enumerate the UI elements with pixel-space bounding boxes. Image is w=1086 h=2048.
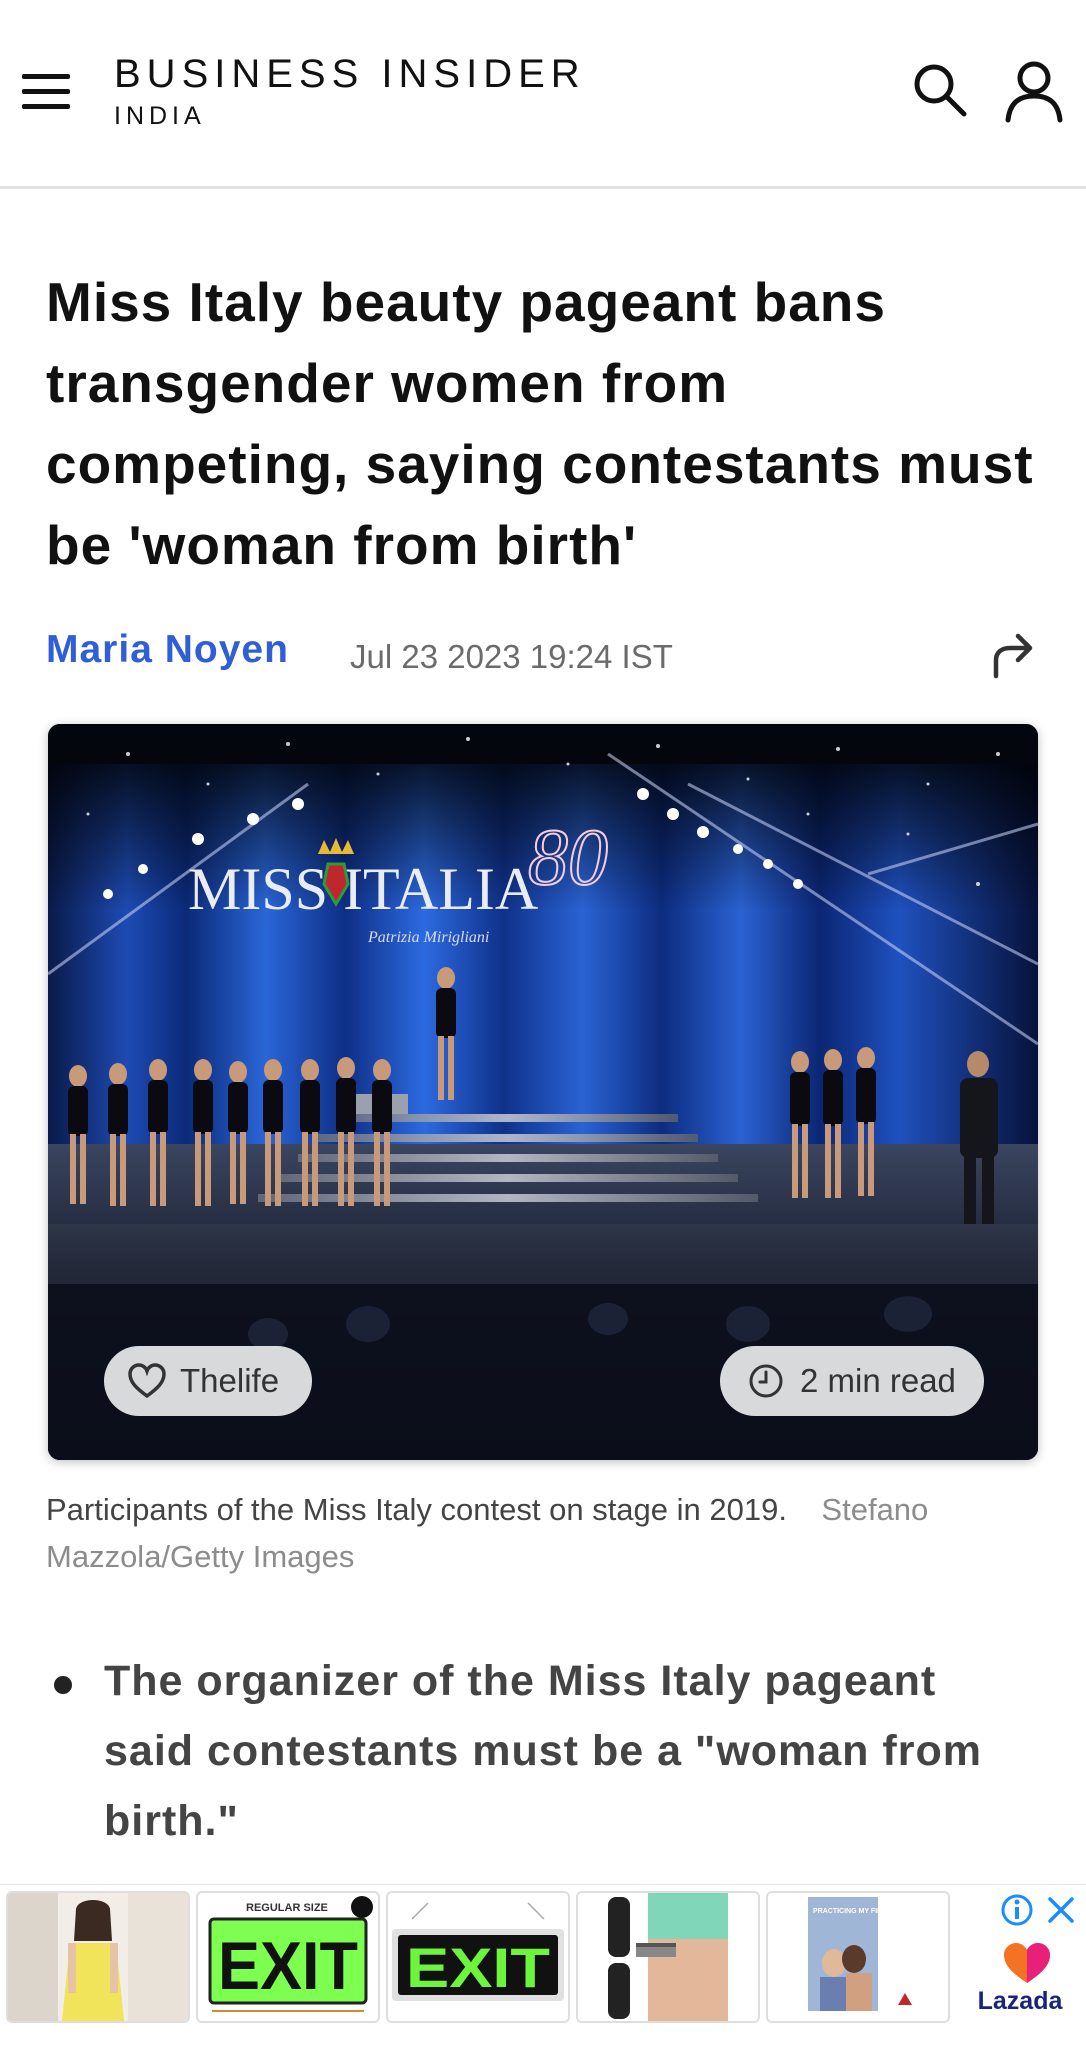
publish-date: Jul 23 2023 19:24 IST: [350, 638, 673, 675]
search-icon[interactable]: [912, 62, 968, 118]
article-headline: Miss Italy beauty pageant bans transgend…: [46, 271, 1034, 576]
ad-exit-sign-text: EXIT: [406, 1936, 550, 1999]
bullet-marker: [54, 1676, 72, 1694]
ad-book-title: PRACTICING MY FIRST REAL KISS: [813, 1908, 931, 1915]
menu-icon[interactable]: [22, 72, 70, 112]
lazada-heart-icon: [1002, 1941, 1052, 1985]
ad-product-image: REGULAR SIZE EXIT: [198, 1893, 378, 2021]
ad-product-image: PRACTICING MY FIRST REAL KISS: [768, 1893, 948, 2021]
image-caption: Participants of the Miss Italy contest o…: [46, 1486, 1046, 1580]
ad-close-icon[interactable]: [1046, 1895, 1076, 1925]
read-time-badge: 2 min read: [720, 1346, 984, 1416]
brand-logo-subtitle[interactable]: INDIA: [114, 102, 206, 131]
hero-image[interactable]: MISS ITALIA 80 Patrizia Mirigliani Theli…: [48, 724, 1038, 1460]
read-time-label: 2 min read: [800, 1362, 956, 1399]
ad-product-image: EXIT: [388, 1893, 568, 2021]
ad-product-image: [578, 1893, 758, 2021]
author-link[interactable]: Maria Noyen: [46, 628, 289, 672]
ad-product-card[interactable]: PRACTICING MY FIRST REAL KISS: [766, 1891, 950, 2023]
stage-logo-signature: Patrizia Mirigliani: [367, 929, 489, 946]
heart-icon: [126, 1360, 168, 1402]
clock-icon: [748, 1363, 784, 1399]
advertiser-name[interactable]: Lazada: [960, 1987, 1080, 2016]
category-tag-label: Thelife: [180, 1362, 280, 1399]
ad-product-card[interactable]: EXIT: [386, 1891, 570, 2023]
ad-info-icon[interactable]: [1000, 1893, 1034, 1927]
ad-exit-sign-text: EXIT: [218, 1928, 358, 2004]
caption-text: Participants of the Miss Italy contest o…: [46, 1492, 787, 1527]
site-header: BUSINESS INSIDER INDIA: [0, 0, 1086, 189]
ad-product-image: [8, 1893, 188, 2021]
ad-product-card[interactable]: [576, 1891, 760, 2023]
stage-logo-number: 80: [528, 814, 608, 902]
summary-bullet: The organizer of the Miss Italy pageant …: [104, 1657, 982, 1845]
ad-card-caption: REGULAR SIZE: [246, 1902, 328, 1914]
ad-banner[interactable]: REGULAR SIZE EXIT EXIT PRACTICING MY FIR…: [0, 1884, 1086, 2048]
share-icon[interactable]: [990, 630, 1040, 680]
ad-product-card[interactable]: REGULAR SIZE EXIT: [196, 1891, 380, 2023]
article-page: BUSINESS INSIDER INDIA Miss Italy beauty…: [0, 0, 1086, 2048]
category-tag[interactable]: Thelife: [104, 1346, 312, 1416]
stage-logo-text: MISS ITALIA: [188, 856, 538, 922]
brand-logo-title[interactable]: BUSINESS INSIDER: [114, 52, 586, 97]
ad-product-card[interactable]: [6, 1891, 190, 2023]
user-account-icon[interactable]: [1004, 60, 1064, 124]
